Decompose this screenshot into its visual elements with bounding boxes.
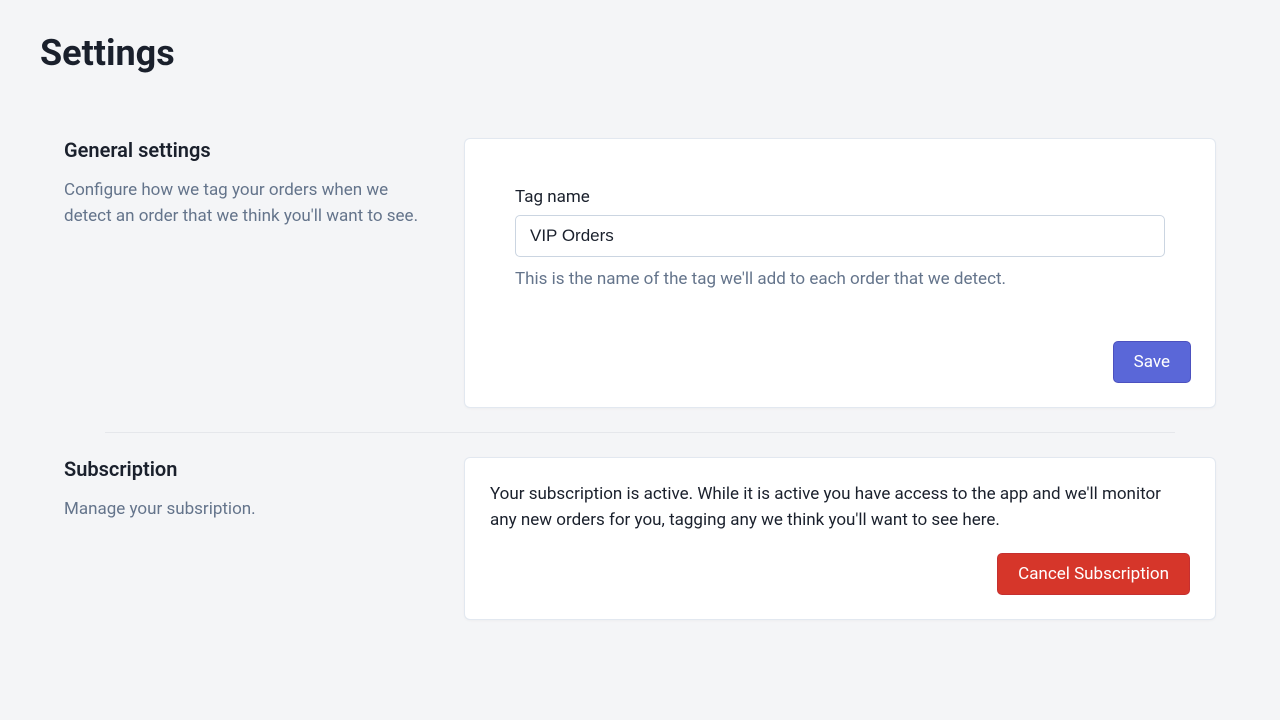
settings-page: Settings General settings Configure how … (0, 0, 1280, 676)
tag-name-input[interactable] (515, 215, 1165, 257)
general-settings-heading: General settings (64, 138, 424, 162)
general-settings-description: Configure how we tag your orders when we… (64, 178, 424, 229)
subscription-card-body: Your subscription is active. While it is… (465, 458, 1215, 619)
subscription-section: Subscription Manage your subsription. Yo… (40, 433, 1240, 644)
general-settings-section: General settings Configure how we tag yo… (40, 114, 1240, 432)
subscription-status-text: Your subscription is active. While it is… (490, 482, 1190, 533)
subscription-heading: Subscription (64, 457, 424, 481)
page-title: Settings (40, 32, 1240, 74)
general-settings-card-body: Tag name This is the name of the tag we'… (465, 139, 1215, 313)
subscription-description: Manage your subsription. (64, 497, 424, 523)
tag-name-help: This is the name of the tag we'll add to… (515, 269, 1165, 289)
subscription-aside: Subscription Manage your subsription. (64, 457, 424, 620)
save-button[interactable]: Save (1113, 341, 1191, 383)
cancel-subscription-button[interactable]: Cancel Subscription (997, 553, 1190, 595)
tag-name-label: Tag name (515, 187, 1165, 207)
subscription-card: Your subscription is active. While it is… (464, 457, 1216, 620)
general-settings-card: Tag name This is the name of the tag we'… (464, 138, 1216, 408)
subscription-card-footer: Cancel Subscription (490, 553, 1190, 595)
general-settings-card-footer: Save (465, 341, 1215, 407)
general-settings-aside: General settings Configure how we tag yo… (64, 138, 424, 408)
